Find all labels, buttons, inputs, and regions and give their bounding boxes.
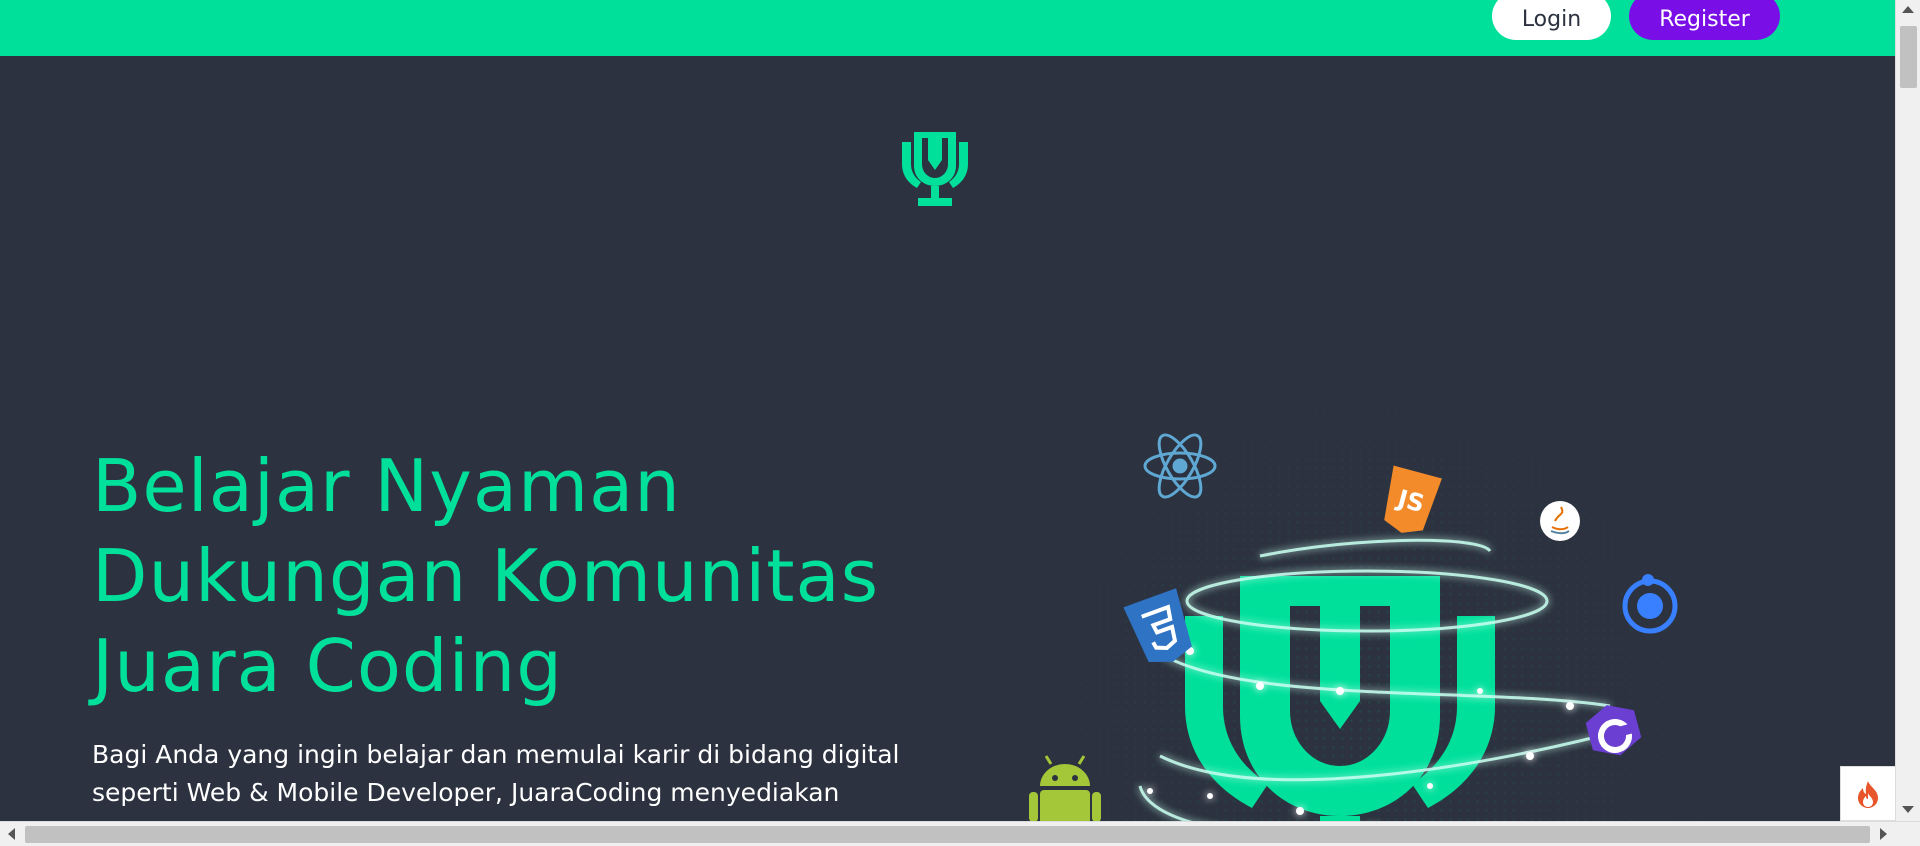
scroll-left-icon[interactable]: [8, 828, 15, 840]
login-button[interactable]: Login: [1492, 0, 1611, 40]
java-icon: [1540, 501, 1580, 541]
scroll-thumb[interactable]: [1900, 26, 1917, 88]
trophy-logo-icon[interactable]: [900, 128, 970, 208]
hero-subtitle-line: seperti Web & Mobile Developer, JuaraCod…: [92, 778, 840, 807]
hero-section: Belajar Nyaman Dukungan Komunitas Juara …: [0, 56, 1895, 821]
hero-title: Belajar Nyaman Dukungan Komunitas Juara …: [92, 441, 992, 711]
scroll-up-icon[interactable]: [1902, 6, 1914, 13]
fire-icon: [1858, 780, 1878, 808]
hero-illustration: JS: [960, 266, 1780, 821]
scroll-thumb[interactable]: [25, 826, 1870, 843]
fire-button[interactable]: [1840, 766, 1895, 821]
hero-title-line: Juara Coding: [92, 624, 563, 708]
hero-title-line: Dukungan Komunitas: [92, 534, 880, 618]
hero-subtitle-line: Bagi Anda yang ingin belajar dan memulai…: [92, 740, 900, 769]
horizontal-scrollbar[interactable]: [0, 821, 1920, 846]
scroll-down-icon[interactable]: [1902, 806, 1914, 813]
hero-title-line: Belajar Nyaman: [92, 444, 681, 528]
register-button[interactable]: Register: [1629, 0, 1780, 40]
scroll-right-icon[interactable]: [1880, 828, 1887, 840]
top-navbar: Login Register: [0, 0, 1895, 56]
hero-subtitle: Bagi Anda yang ingin belajar dan memulai…: [92, 736, 952, 812]
vertical-scrollbar[interactable]: [1895, 0, 1920, 821]
